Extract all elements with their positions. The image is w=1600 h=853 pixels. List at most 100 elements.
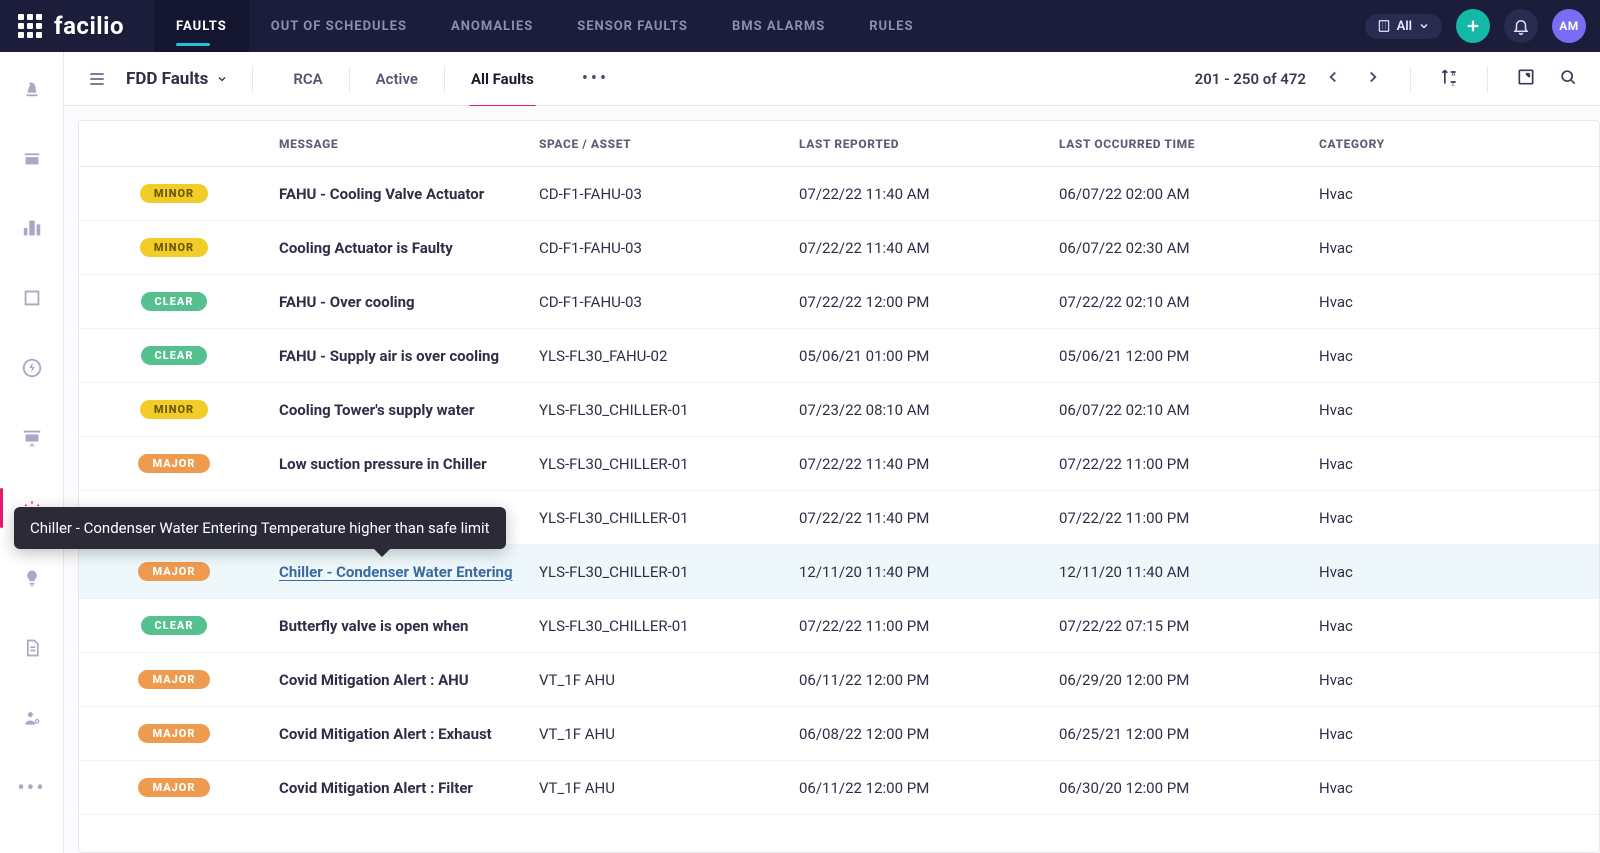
top-nav-tab[interactable]: OUT OF SCHEDULES [249,0,429,52]
cell-last-reported: 07/22/22 11:00 PM [789,617,1049,635]
faults-table: MESSAGE SPACE / ASSET LAST REPORTED LAST… [78,120,1600,853]
cell-message[interactable]: Covid Mitigation Alert : Filter [269,779,529,797]
prev-page-button[interactable] [1320,64,1346,94]
top-nav-tab[interactable]: BMS ALARMS [710,0,847,52]
cell-severity: MINOR [79,238,269,257]
cell-last-reported: 07/22/22 11:40 PM [789,455,1049,473]
severity-badge: MAJOR [138,670,209,689]
col-last-occurred[interactable]: LAST OCCURRED TIME [1049,137,1309,151]
sort-button[interactable]: AZ [1435,63,1463,95]
side-item-dashboard[interactable] [14,70,50,106]
cell-category: Hvac [1309,293,1529,311]
col-message[interactable]: MESSAGE [269,137,529,151]
side-item-archive[interactable] [14,140,50,176]
more-filters-button[interactable]: ••• [582,68,609,89]
cell-message[interactable]: Chiller - Condenser Water Entering [269,563,529,581]
cell-last-occurred: 07/22/22 02:10 AM [1049,293,1309,311]
col-last-reported[interactable]: LAST REPORTED [789,137,1049,151]
apps-grid-icon[interactable] [18,14,42,38]
add-button[interactable] [1456,9,1490,43]
next-page-button[interactable] [1360,64,1386,94]
table-body: MINORFAHU - Cooling Valve ActuatorCD-F1-… [79,167,1599,815]
cell-space: VT_1F AHU [529,671,789,689]
export-button[interactable] [1512,63,1540,95]
chevron-down-icon [216,73,228,85]
view-title-dropdown[interactable]: FDD Faults [126,69,228,89]
left-sidebar: ••• [0,52,64,853]
col-actions[interactable] [1529,135,1600,153]
severity-badge: MINOR [140,238,208,257]
cell-space: YLS-FL30_CHILLER-01 [529,563,789,581]
list-toggle-button[interactable] [82,64,112,94]
table-row[interactable]: MINORCooling Actuator is FaultyCD-F1-FAH… [79,221,1599,275]
cell-actions: 4 [1529,671,1600,689]
cell-space: YLS-FL30_CHILLER-01 [529,401,789,419]
cell-message[interactable]: FAHU - Supply air is over cooling [269,347,529,365]
avatar[interactable]: AM [1552,9,1586,43]
table-row[interactable]: MINORFAHU - Cooling Valve ActuatorCD-F1-… [79,167,1599,221]
top-nav-tab[interactable]: RULES [847,0,935,52]
cell-message[interactable]: Cooling Tower's supply water [269,401,529,419]
side-item-analytics[interactable] [14,420,50,456]
table-row[interactable]: MAJORChiller - Condenser Water EnteringY… [79,545,1599,599]
logo-block[interactable]: facilio [0,12,142,40]
notifications-button[interactable] [1504,9,1538,43]
severity-badge: MAJOR [138,724,209,743]
side-item-more[interactable]: ••• [14,770,50,806]
building-icon [1377,19,1391,33]
cell-severity: MAJOR [79,454,269,473]
cell-message[interactable]: FAHU - Cooling Valve Actuator [269,185,529,203]
top-nav-tab[interactable]: SENSOR FAULTS [555,0,710,52]
cell-space: YLS-FL30_CHILLER-01 [529,455,789,473]
table-row[interactable]: MAJOR Covid Mitigation Alert : AHUVT_1F A… [79,653,1599,707]
main-content: MESSAGE SPACE / ASSET LAST REPORTED LAST… [64,106,1600,853]
table-row[interactable]: MAJORCovid Mitigation Alert : ExhaustVT_… [79,707,1599,761]
scope-selector[interactable]: All [1365,14,1442,39]
severity-badge: CLEAR [141,346,208,365]
top-nav-tab[interactable]: ANOMALIES [429,0,555,52]
side-item-users[interactable] [14,700,50,736]
cell-severity: MINOR [79,184,269,203]
table-row[interactable]: CLEARFAHU - Over coolingCD-F1-FAHU-0307/… [79,275,1599,329]
side-item-schedule[interactable] [14,280,50,316]
subnav-filter[interactable]: All Faults [469,64,536,94]
side-item-docs[interactable] [14,630,50,666]
cell-actions: 259 [1529,347,1600,365]
cell-category: Hvac [1309,509,1529,527]
col-space[interactable]: SPACE / ASSET [529,137,789,151]
side-item-assets[interactable] [14,210,50,246]
severity-badge: MAJOR [138,778,209,797]
export-icon [1516,67,1536,87]
severity-badge: MAJOR [138,454,209,473]
table-row[interactable]: MAJOR Low suction pressure in ChillerYLS-… [79,437,1599,491]
side-item-energy[interactable] [14,350,50,386]
cell-category: Hvac [1309,563,1529,581]
subnav-filter[interactable]: RCA [291,64,324,94]
subnav-filter[interactable]: Active [374,64,420,94]
divider [444,66,445,92]
table-row[interactable]: MINORCooling Tower's supply waterYLS-FL3… [79,383,1599,437]
cell-space: YLS-FL30_FAHU-02 [529,347,789,365]
cell-actions: 234 [1529,509,1600,527]
col-category[interactable]: CATEGORY [1309,137,1529,151]
table-row[interactable]: MAJOR Covid Mitigation Alert : FilterVT_1… [79,761,1599,815]
archive-icon [21,147,43,169]
cell-last-reported: 05/06/21 01:00 PM [789,347,1049,365]
cell-message[interactable]: Low suction pressure in Chiller [269,455,529,473]
list-icon [87,69,107,89]
buildings-icon [21,217,43,239]
cell-message[interactable]: Cooling Actuator is Faulty [269,239,529,257]
cell-message[interactable]: Butterfly valve is open when [269,617,529,635]
cell-actions: 214 [1529,455,1600,473]
table-row[interactable]: CLEARButterfly valve is open whenYLS-FL3… [79,599,1599,653]
cell-message[interactable]: Covid Mitigation Alert : AHU [269,671,529,689]
cell-space: VT_1F AHU [529,779,789,797]
side-item-lamp[interactable] [14,560,50,596]
cell-last-occurred: 06/25/21 12:00 PM [1049,725,1309,743]
table-row[interactable]: CLEAR FAHU - Supply air is over coolingYL… [79,329,1599,383]
top-nav: facilio FAULTSOUT OF SCHEDULESANOMALIESS… [0,0,1600,52]
cell-message[interactable]: FAHU - Over cooling [269,293,529,311]
search-button[interactable] [1554,63,1582,95]
cell-message[interactable]: Covid Mitigation Alert : Exhaust [269,725,529,743]
top-nav-tab[interactable]: FAULTS [154,0,249,52]
